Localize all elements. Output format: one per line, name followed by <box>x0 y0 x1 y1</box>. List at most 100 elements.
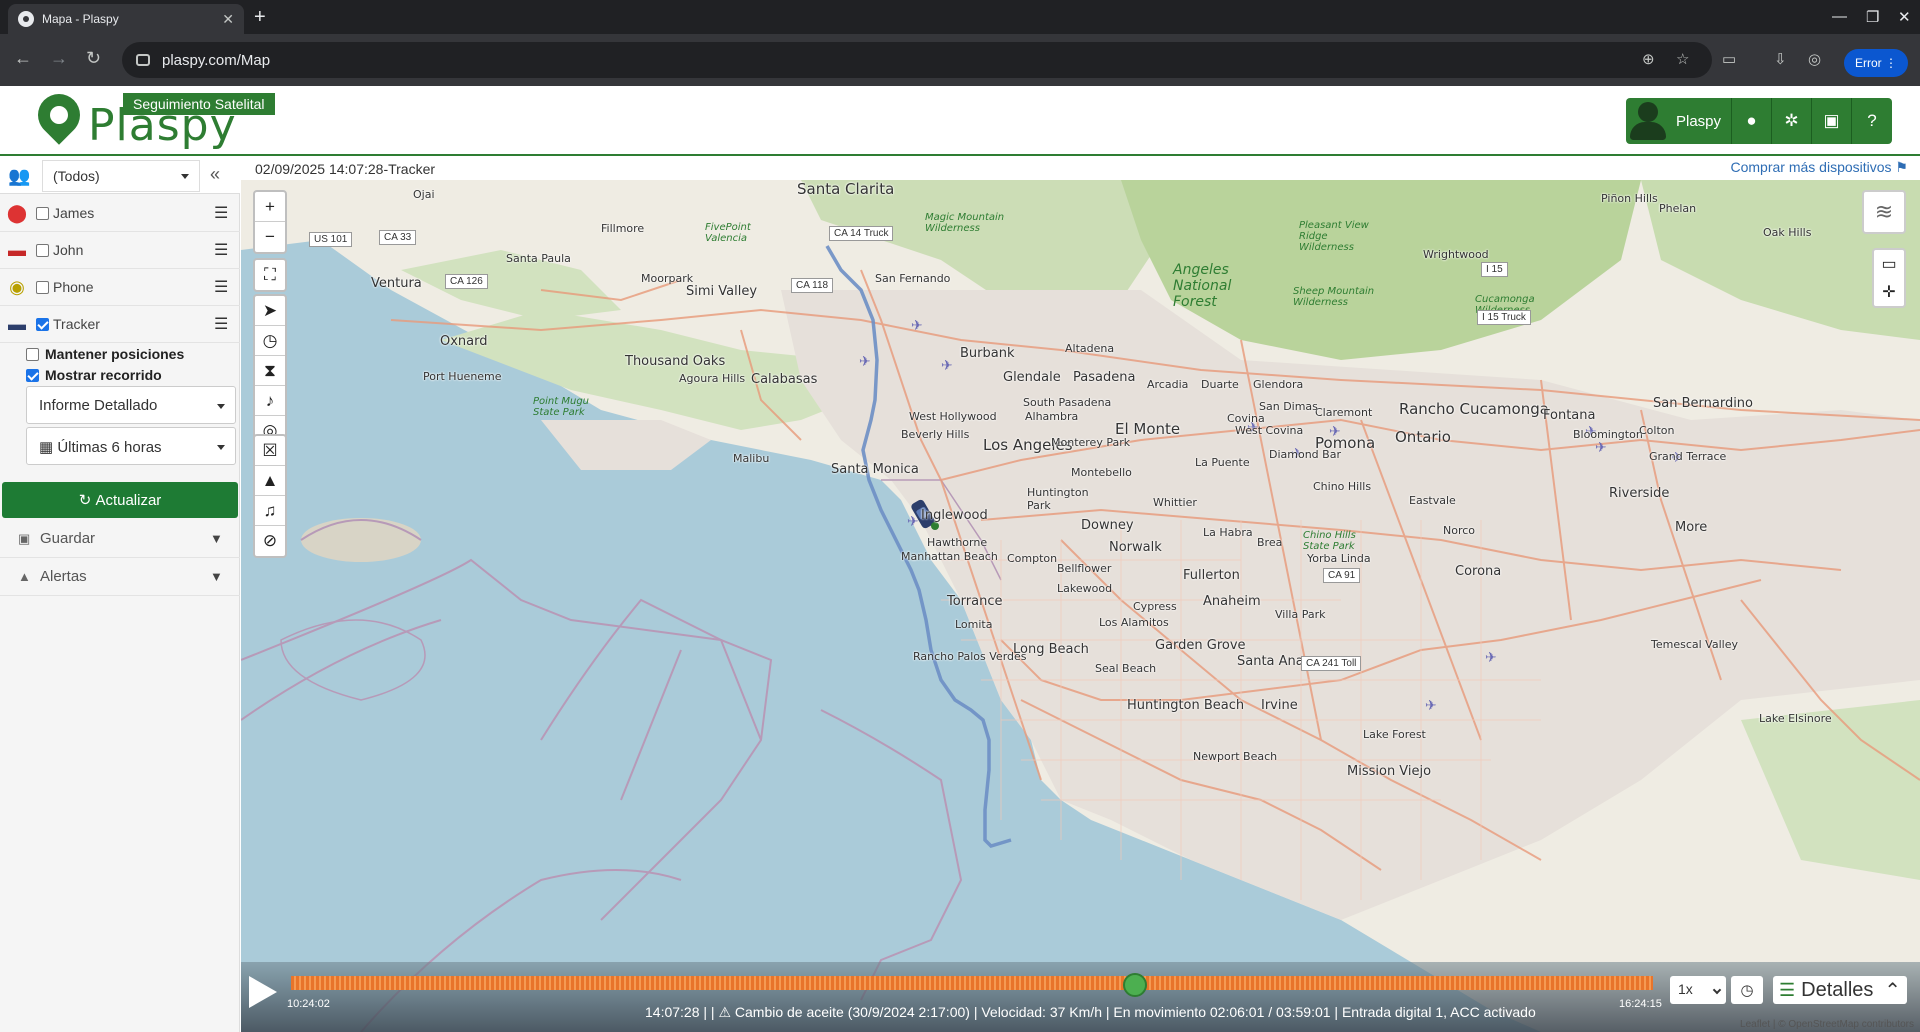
device-name: Phone <box>53 279 94 295</box>
device-checkbox[interactable] <box>36 280 49 294</box>
map-label: Claremont <box>1315 406 1373 419</box>
save-icon[interactable]: ▣ <box>1812 98 1853 144</box>
map-label: West Covina <box>1235 424 1304 437</box>
save-accordion[interactable]: ▣ Guardar ▼ <box>0 520 240 558</box>
map-attribution[interactable]: Leaflet | © OpenStreetMap contributors <box>1740 1019 1914 1030</box>
device-row-tracker[interactable]: ▬ Tracker ☰ <box>0 306 240 343</box>
cast-icon[interactable]: ▭ <box>1722 50 1736 68</box>
restore-icon[interactable]: ❐ <box>1866 8 1879 26</box>
report-select[interactable]: Informe Detallado <box>26 386 236 424</box>
back-icon[interactable]: ← <box>14 48 32 69</box>
details-button[interactable]: ☰ Detalles ⌃ <box>1773 976 1907 1004</box>
speaker-icon[interactable]: ♪ <box>255 386 285 416</box>
keep-positions-option[interactable]: Mantener posiciones <box>26 346 184 362</box>
reload-icon[interactable]: ↻ <box>86 48 101 69</box>
device-row-john[interactable]: ▬ John ☰ <box>0 232 240 269</box>
map-label: Monterey Park <box>1051 436 1131 449</box>
show-route-option[interactable]: Mostrar recorrido <box>26 367 162 383</box>
locate-arrow-icon[interactable]: ➤ <box>255 296 285 326</box>
profile-error-button[interactable]: Error ⋮ <box>1844 49 1908 77</box>
device-checkbox[interactable] <box>36 317 49 331</box>
group-select[interactable]: (Todos) <box>42 160 200 192</box>
playback-track[interactable] <box>291 973 1653 997</box>
map-label: Lomita <box>955 618 993 631</box>
layers-icon[interactable]: ≋ <box>1862 190 1906 234</box>
browser-tab[interactable]: Mapa - Plaspy ✕ <box>8 4 244 34</box>
map-label: Beverly Hills <box>901 428 970 441</box>
plaspy-logo[interactable]: Plaspy Seguimiento Satelital <box>29 85 288 152</box>
collapse-sidebar-icon[interactable]: « <box>210 164 220 185</box>
forward-icon[interactable]: → <box>50 48 68 69</box>
svg-text:✈: ✈ <box>911 318 923 334</box>
calendar-x-icon[interactable]: ☒ <box>255 436 285 466</box>
minimize-icon[interactable]: — <box>1832 8 1847 25</box>
fullscreen-icon[interactable]: ⛶ <box>255 260 285 290</box>
keep-positions-checkbox[interactable] <box>26 347 39 361</box>
help-icon[interactable]: ? <box>1852 98 1892 144</box>
no-signal-icon[interactable]: ⊘ <box>255 526 285 556</box>
map-label: Rancho Palos Verdes <box>913 650 1027 663</box>
lock-icon[interactable]: ▲ <box>255 466 285 496</box>
group-filter-row: 👥 (Todos) « <box>0 158 240 194</box>
clock-icon[interactable]: ◷ <box>1731 976 1763 1004</box>
playback-start-time: 10:24:02 <box>287 998 330 1010</box>
device-menu-icon[interactable]: ☰ <box>214 277 240 297</box>
device-row-phone[interactable]: ◉ Phone ☰ <box>0 269 240 306</box>
site-info-icon[interactable] <box>136 54 150 66</box>
measure-icon[interactable]: ▭ <box>1874 250 1904 278</box>
buy-more-devices-link[interactable]: Comprar más dispositivos ⚑ <box>1730 159 1908 176</box>
device-checkbox[interactable] <box>36 243 49 257</box>
map-label: Malibu <box>733 452 770 465</box>
map-label: Whittier <box>1153 496 1197 509</box>
warning-icon: ▲ <box>18 569 31 584</box>
device-row-james[interactable]: ⬤ James ☰ <box>0 195 240 232</box>
account-icon[interactable]: ◎ <box>1808 50 1821 68</box>
map-label: San Dimas <box>1259 400 1318 413</box>
bookmark-star-icon[interactable]: ☆ <box>1676 50 1689 68</box>
globe-icon[interactable]: ● <box>1732 98 1773 144</box>
download-icon[interactable]: ⇩ <box>1774 50 1787 68</box>
sidebar: 👥 (Todos) « ⬤ James ☰ ▬ John ☰ ◉ Phone ☰… <box>0 158 240 1032</box>
playback-knob[interactable] <box>1123 973 1148 997</box>
highway-shield: CA 33 <box>379 230 417 245</box>
user-menu-button[interactable]: Plaspy <box>1626 98 1733 144</box>
details-label: Detalles <box>1801 978 1874 1001</box>
header-actions: Plaspy ● ✲ ▣ ? <box>1626 98 1893 144</box>
user-name: Plaspy <box>1676 112 1722 130</box>
highway-shield: CA 91 <box>1323 568 1361 583</box>
tab-close-icon[interactable]: ✕ <box>222 11 234 28</box>
map-label: Torrance <box>947 594 1003 609</box>
browser-tabbar: Mapa - Plaspy ✕ + — ❐ ✕ <box>0 0 1920 34</box>
playback-bar: 10:24:02 16:24:15 14:07:28 | | ⚠ Cambio … <box>241 962 1920 1032</box>
settings-icon[interactable]: ✲ <box>1772 98 1813 144</box>
map-label: Cypress <box>1133 600 1177 613</box>
map-label: Agoura Hills <box>679 372 746 385</box>
play-icon[interactable] <box>249 976 277 1008</box>
device-menu-icon[interactable]: ☰ <box>214 203 240 223</box>
playback-speed-select[interactable]: 1x <box>1670 976 1726 1004</box>
translate-icon[interactable]: ⊕ <box>1642 50 1655 68</box>
map-label: La Habra <box>1203 526 1253 539</box>
device-checkbox[interactable] <box>36 206 49 220</box>
bell-icon[interactable]: ♫ <box>255 496 285 526</box>
history-clock-icon[interactable]: ◷ <box>255 326 285 356</box>
hourglass-icon[interactable]: ⧗ <box>255 356 285 386</box>
crosshair-icon[interactable]: ✛ <box>1874 278 1904 306</box>
refresh-button[interactable]: ↻ Actualizar <box>2 482 238 518</box>
device-menu-icon[interactable]: ☰ <box>214 314 240 334</box>
time-range-select[interactable]: ▦ Últimas 6 horas <box>26 427 236 465</box>
zoom-out-button[interactable]: − <box>255 222 285 252</box>
map-canvas[interactable]: ✈ ✈ ✈ ✈ ✈ ✈ ✈ ✈ ✈ ✈ ✈ ✈ Santa Clarita Ojai Fillm… <box>241 180 1920 1032</box>
new-tab-icon[interactable]: + <box>254 6 266 29</box>
report-select-value: Informe Detallado <box>39 397 158 414</box>
users-group-icon: 👥 <box>8 166 31 186</box>
alerts-accordion[interactable]: ▲ Alertas ▼ <box>0 558 240 596</box>
map-label: Oxnard <box>440 334 488 349</box>
device-menu-icon[interactable]: ☰ <box>214 240 240 260</box>
map-label: Anaheim <box>1203 594 1261 609</box>
map-label: Norwalk <box>1109 540 1162 555</box>
close-window-icon[interactable]: ✕ <box>1898 8 1911 26</box>
show-route-checkbox[interactable] <box>26 368 39 382</box>
zoom-in-button[interactable]: + <box>255 192 285 222</box>
address-bar[interactable]: plaspy.com/Map <box>122 42 1712 78</box>
